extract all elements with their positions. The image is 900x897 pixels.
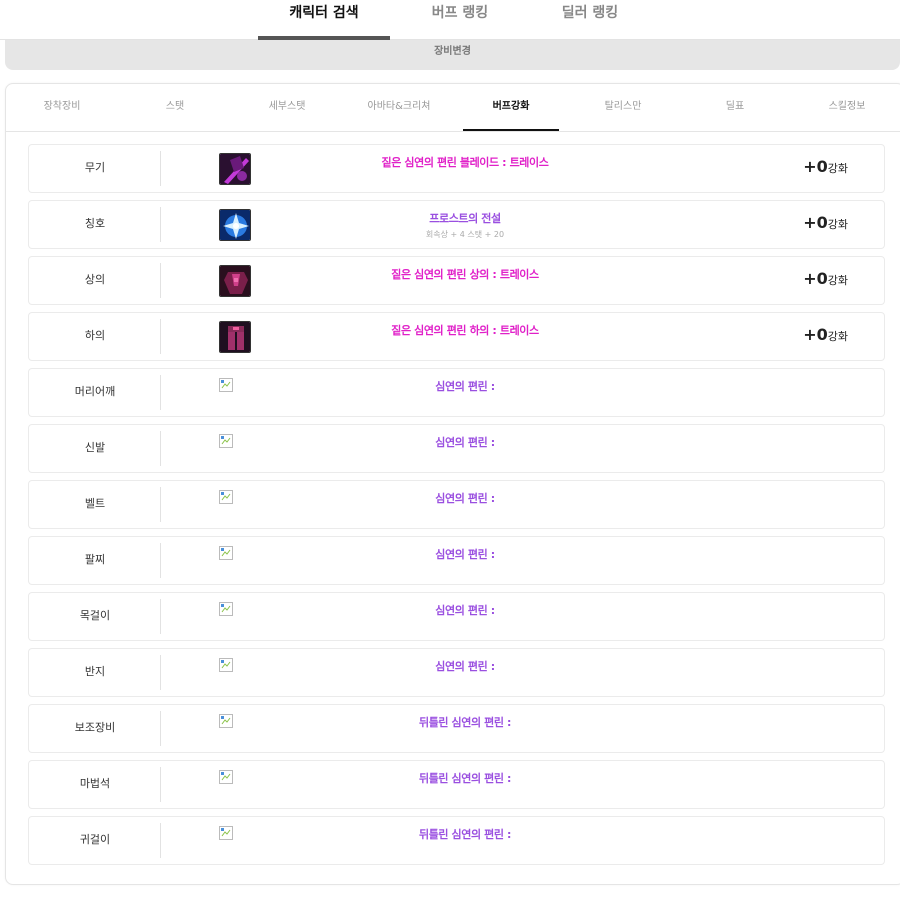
- row-divider: [160, 431, 161, 466]
- broken-image-icon: [219, 713, 233, 728]
- item-name[interactable]: 심연의 편린 :: [265, 490, 665, 506]
- slot-label: 하의: [84, 329, 106, 342]
- broken-image-icon: [219, 601, 233, 616]
- item-name[interactable]: 뒤틀린 심연의 편린 :: [265, 826, 665, 842]
- slot-label: 무기: [84, 161, 106, 174]
- tab-skill-info[interactable]: 스킬정보: [799, 84, 895, 131]
- broken-image-icon: [219, 545, 233, 560]
- enhance-value: +0: [803, 269, 828, 288]
- enhance-level: +0강화: [803, 157, 848, 176]
- row-divider: [160, 767, 161, 802]
- tab-stats[interactable]: 스탯: [127, 84, 223, 131]
- tab-avatar-creature[interactable]: 아바타&크리쳐: [351, 84, 447, 131]
- tab-dealer-ranking[interactable]: 딜러 랭킹: [530, 0, 650, 40]
- row-divider: [160, 655, 161, 690]
- title-icon: [219, 209, 251, 241]
- weapon-icon: [219, 153, 251, 185]
- equipment-panel: 장착장비 스탯 세부스탯 아바타&크리쳐 버프강화 탈리스만 딜표 스킬정보 무…: [5, 83, 900, 885]
- equipment-row[interactable]: 보조장비 뒤틀린 심연의 편린 :: [28, 704, 885, 753]
- enhance-unit: 강화: [827, 218, 848, 231]
- row-divider: [160, 599, 161, 634]
- equipment-row[interactable]: 목걸이 심연의 편린 :: [28, 592, 885, 641]
- equipment-row[interactable]: 마법석 뒤틀린 심연의 편린 :: [28, 760, 885, 809]
- enhance-unit: 강화: [827, 330, 848, 343]
- enhance-value: +0: [803, 213, 828, 232]
- tab-character-search[interactable]: 캐릭터 검색: [258, 0, 390, 40]
- equipment-row[interactable]: 벨트 심연의 편린 :: [28, 480, 885, 529]
- item-option: 회속상 + 4 스탯 + 20: [425, 230, 505, 239]
- broken-image-icon: [219, 433, 233, 448]
- slot-label: 신발: [84, 441, 106, 454]
- bottom-armor-icon: [219, 321, 251, 353]
- tab-buff-ranking[interactable]: 버프 랭킹: [400, 0, 520, 40]
- item-name[interactable]: 심연의 편린 :: [265, 602, 665, 618]
- tab-talisman[interactable]: 탈리스만: [575, 84, 671, 131]
- broken-image-icon: [219, 825, 233, 840]
- row-divider: [160, 543, 161, 578]
- item-name[interactable]: 짙은 심연의 편린 상의 : 트레이스: [265, 266, 665, 282]
- tab-equipped[interactable]: 장착장비: [14, 84, 110, 131]
- row-divider: [160, 375, 161, 410]
- equipment-row[interactable]: 무기 짙은 심연의 편린 블레이드 : 트레이스 +0강화: [28, 144, 885, 193]
- item-name[interactable]: 심연의 편린 :: [265, 546, 665, 562]
- item-name[interactable]: 프로스트의 전설: [265, 210, 665, 226]
- item-name[interactable]: 심연의 편린 :: [265, 434, 665, 450]
- broken-image-icon: [219, 377, 233, 392]
- slot-label: 목걸이: [79, 609, 111, 622]
- enhance-unit: 강화: [827, 274, 848, 287]
- equipment-row[interactable]: 귀걸이 뒤틀린 심연의 편린 :: [28, 816, 885, 865]
- row-divider: [160, 711, 161, 746]
- slot-label: 벨트: [84, 497, 106, 510]
- enhance-level: +0강화: [803, 213, 848, 232]
- equipment-row[interactable]: 상의 짙은 심연의 편린 상의 : 트레이스 +0강화: [28, 256, 885, 305]
- enhance-unit: 강화: [827, 162, 848, 175]
- row-divider: [160, 487, 161, 522]
- item-name[interactable]: 짙은 심연의 편린 블레이드 : 트레이스: [265, 154, 665, 170]
- slot-label: 반지: [84, 665, 106, 678]
- equipment-row[interactable]: 반지 심연의 편린 :: [28, 648, 885, 697]
- slot-label: 상의: [84, 273, 106, 286]
- tab-buff-enhance[interactable]: 버프강화: [463, 84, 559, 131]
- item-name[interactable]: 심연의 편린 :: [265, 658, 665, 674]
- item-name[interactable]: 짙은 심연의 편린 하의 : 트레이스: [265, 322, 665, 338]
- slot-label: 머리어깨: [74, 385, 116, 398]
- tab-detail-stats[interactable]: 세부스탯: [239, 84, 335, 131]
- slot-label: 마법석: [79, 777, 111, 790]
- equipment-row[interactable]: 신발 심연의 편린 :: [28, 424, 885, 473]
- row-divider: [160, 319, 161, 354]
- row-divider: [160, 823, 161, 858]
- equipment-row[interactable]: 칭호 프로스트의 전설회속상 + 4 스탯 + 20 +0강화: [28, 200, 885, 249]
- top-armor-icon: [219, 265, 251, 297]
- slot-label: 보조장비: [74, 721, 116, 734]
- change-equipment-button[interactable]: 장비변경: [5, 40, 900, 70]
- slot-label: 귀걸이: [79, 833, 111, 846]
- top-navigation: 캐릭터 검색 버프 랭킹 딜러 랭킹: [0, 0, 900, 40]
- broken-image-icon: [219, 489, 233, 504]
- broken-image-icon: [219, 769, 233, 784]
- item-name[interactable]: 심연의 편린 :: [265, 378, 665, 394]
- equipment-row[interactable]: 머리어깨 심연의 편린 :: [28, 368, 885, 417]
- slot-label: 팔찌: [84, 553, 106, 566]
- broken-image-icon: [219, 657, 233, 672]
- slot-label: 칭호: [84, 217, 106, 230]
- row-divider: [160, 151, 161, 186]
- item-name[interactable]: 뒤틀린 심연의 편린 :: [265, 770, 665, 786]
- enhance-level: +0강화: [803, 269, 848, 288]
- sub-tab-bar: 장착장비 스탯 세부스탯 아바타&크리쳐 버프강화 탈리스만 딜표 스킬정보: [6, 84, 900, 132]
- equipment-row[interactable]: 하의 짙은 심연의 편린 하의 : 트레이스 +0강화: [28, 312, 885, 361]
- equipment-row[interactable]: 팔찌 심연의 편린 :: [28, 536, 885, 585]
- enhance-value: +0: [803, 325, 828, 344]
- enhance-level: +0강화: [803, 325, 848, 344]
- tab-damage-table[interactable]: 딜표: [687, 84, 783, 131]
- enhance-value: +0: [803, 157, 828, 176]
- item-name[interactable]: 뒤틀린 심연의 편린 :: [265, 714, 665, 730]
- row-divider: [160, 263, 161, 298]
- row-divider: [160, 207, 161, 242]
